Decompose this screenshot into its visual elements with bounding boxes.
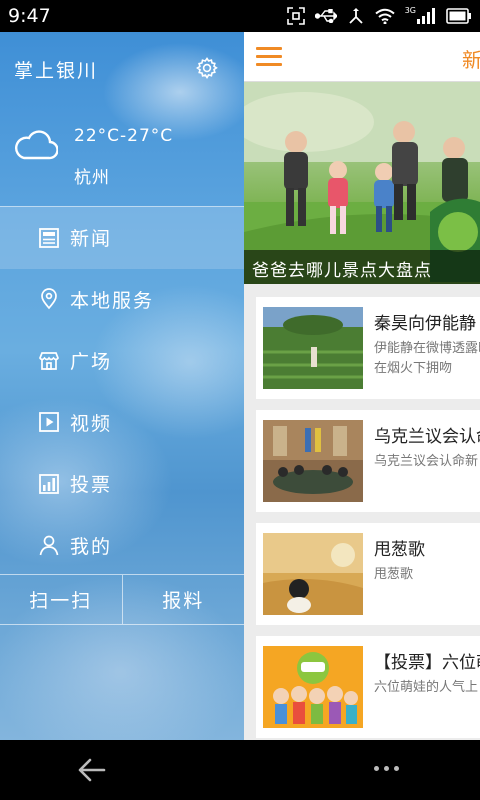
article-summary: 伊能静在微博透露晒出在烟火下拥吻 — [374, 341, 480, 376]
app-bar: 新 — [244, 32, 480, 82]
weather-temperature: 22°C-27°C — [74, 126, 174, 146]
article-thumbnail — [263, 533, 363, 615]
weather-city: 杭州 — [74, 168, 110, 188]
menu-item-plaza[interactable]: 广场 — [0, 330, 244, 392]
cloud-icon — [15, 130, 58, 160]
drawer-bottom-actions: 扫一扫 报料 — [0, 574, 244, 625]
menu-item-mine[interactable]: 我的 — [0, 515, 244, 577]
report-button[interactable]: 报料 — [121, 575, 245, 624]
article-thumbnail — [263, 307, 363, 389]
system-nav-bar — [0, 740, 480, 800]
menu-item-news[interactable]: 新闻 — [0, 207, 244, 269]
article-title: 【投票】六位萌 — [374, 653, 480, 673]
navigation-drawer: 掌上银川 22°C-27°C 杭州 新闻 本地服务 广场 视频 投票 我的 扫一… — [0, 32, 244, 740]
article-summary: 甩葱歌 — [374, 567, 414, 582]
back-arrow-icon[interactable] — [78, 757, 106, 783]
news-card[interactable]: 甩葱歌 甩葱歌 — [256, 523, 480, 625]
status-bar: 9:47 3G — [0, 0, 480, 32]
user-icon — [39, 535, 59, 556]
location-pin-icon — [41, 288, 57, 310]
store-icon — [39, 351, 59, 370]
signal-icon — [417, 8, 435, 24]
article-title: 甩葱歌 — [374, 540, 425, 560]
wifi-icon — [375, 8, 395, 24]
menu-item-label: 我的 — [70, 535, 113, 558]
news-card[interactable]: 秦昊向伊能静 伊能静在微博透露晒出在烟火下拥吻 — [256, 297, 480, 399]
app-bar-title: 新 — [462, 48, 480, 72]
battery-icon — [446, 8, 471, 24]
article-thumbnail — [263, 420, 363, 502]
status-icons: 3G — [286, 4, 472, 28]
play-icon — [39, 412, 59, 433]
drawer-title: 掌上银川 — [14, 60, 99, 82]
news-card[interactable]: 乌克兰议会认命 乌克兰议会认命新 — [256, 410, 480, 512]
article-summary: 六位萌娃的人气上 — [374, 680, 479, 695]
article-title: 秦昊向伊能静 — [374, 314, 476, 334]
usb-icon — [314, 9, 337, 23]
menu-item-label: 广场 — [70, 351, 113, 374]
drawer-menu: 新闻 本地服务 广场 视频 投票 我的 — [0, 207, 244, 576]
featured-banner[interactable]: 爸爸去哪儿景点大盘点 — [244, 82, 480, 284]
article-thumbnail — [263, 646, 363, 728]
status-time: 9:47 — [8, 5, 51, 27]
article-summary: 乌克兰议会认命新 — [374, 454, 479, 469]
scan-button[interactable]: 扫一扫 — [0, 575, 122, 624]
menu-item-video[interactable]: 视频 — [0, 392, 244, 454]
news-card[interactable]: 【投票】六位萌 六位萌娃的人气上 — [256, 636, 480, 738]
gear-icon[interactable] — [195, 56, 219, 80]
menu-item-local-services[interactable]: 本地服务 — [0, 269, 244, 331]
banner-caption: 爸爸去哪儿景点大盘点 — [244, 250, 480, 284]
menu-item-label: 新闻 — [70, 228, 113, 251]
news-icon — [39, 227, 59, 248]
more-options-icon[interactable] — [374, 766, 399, 771]
network-type-label: 3G — [404, 5, 416, 15]
menu-icon[interactable] — [256, 47, 282, 67]
menu-item-label: 视频 — [70, 412, 113, 435]
screenshot-icon — [286, 7, 305, 25]
transfer-icon — [349, 8, 363, 24]
menu-item-label: 本地服务 — [70, 289, 155, 312]
main-content: 新 爸爸去哪儿景点大盘点 秦昊向伊能静 伊能静在微博透露 在烟火下拥吻 乌克兰议… — [244, 32, 480, 740]
article-title: 乌克兰议会认命 — [374, 427, 480, 447]
menu-item-vote[interactable]: 投票 — [0, 453, 244, 515]
menu-item-label: 投票 — [70, 474, 113, 497]
bar-chart-icon — [39, 473, 59, 494]
